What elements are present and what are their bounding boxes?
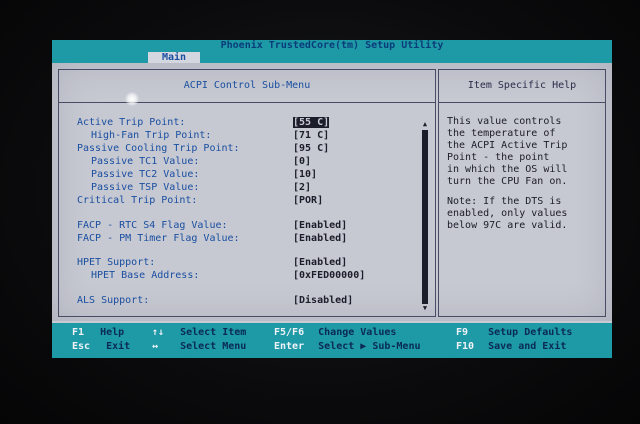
key-select-item: ↑↓ Select Item <box>152 327 246 339</box>
window-title: Phoenix TrustedCore(tm) Setup Utility <box>52 40 612 51</box>
setting-value[interactable]: [0xFED00000] <box>293 270 365 282</box>
key-label: F10 <box>456 341 475 352</box>
setting-hpet-support[interactable]: HPET Support: [Enabled] <box>77 257 417 269</box>
setting-high-fan-trip-point[interactable]: High-Fan Trip Point: [71 C] <box>77 130 417 142</box>
key-desc: Help <box>100 327 125 338</box>
setting-value[interactable]: [95 C] <box>293 143 329 155</box>
key-save-exit: F10 Save and Exit <box>456 341 566 353</box>
key-label: F9 <box>456 327 469 338</box>
key-change-values: F5/F6 Change Values <box>274 327 396 339</box>
scrollbar[interactable]: ▲ ▼ <box>421 120 429 316</box>
setting-value[interactable]: [POR] <box>293 195 323 207</box>
key-desc: Exit <box>106 341 131 352</box>
setting-label: Passive Cooling Trip Point: <box>77 143 240 154</box>
setting-critical-trip-point[interactable]: Critical Trip Point: [POR] <box>77 195 417 207</box>
key-setup-defaults: F9 Setup Defaults <box>456 327 572 339</box>
setting-label: ALS Support: <box>77 295 150 306</box>
setting-value[interactable]: [Disabled] <box>293 295 353 307</box>
key-desc: Select ▶ Sub-Menu <box>318 341 421 352</box>
help-note: Note: If the DTS is enabled, only values… <box>447 196 568 231</box>
setting-value[interactable]: [2] <box>293 182 311 194</box>
setting-label: HPET Support: <box>77 257 156 268</box>
setting-passive-tsp[interactable]: Passive TSP Value: [2] <box>77 182 417 194</box>
setting-label: High-Fan Trip Point: <box>91 130 212 141</box>
key-label: F5/F6 <box>274 327 305 338</box>
left-right-arrow-icon: ↔ <box>152 341 159 352</box>
help-description: This value controls the temperature of t… <box>447 116 568 187</box>
key-desc: Select Menu <box>180 341 247 352</box>
menu-bar: Main <box>52 51 612 63</box>
settings-panel: ACPI Control Sub-Menu Active Trip Point:… <box>58 69 436 317</box>
setting-value[interactable]: [Enabled] <box>293 257 347 269</box>
key-desc: Change Values <box>318 327 397 338</box>
help-panel-title: Item Specific Help <box>439 70 605 103</box>
setting-label: HPET Base Address: <box>91 270 200 281</box>
setting-passive-cooling-trip-point[interactable]: Passive Cooling Trip Point: [95 C] <box>77 143 417 155</box>
tab-main[interactable]: Main <box>148 52 201 63</box>
key-desc: Setup Defaults <box>488 327 573 338</box>
key-desc: Save and Exit <box>488 341 567 352</box>
setting-value[interactable]: [Enabled] <box>293 220 347 232</box>
key-label: Enter <box>274 341 305 352</box>
light-reflection <box>125 92 139 106</box>
setting-als-support[interactable]: ALS Support: [Disabled] <box>77 295 417 307</box>
key-exit: Esc Exit <box>72 341 130 353</box>
key-label: F1 <box>72 327 85 338</box>
key-label: Esc <box>72 341 91 352</box>
setting-label: Passive TC1 Value: <box>91 156 200 167</box>
bios-screen: Phoenix TrustedCore(tm) Setup Utility Ma… <box>52 40 612 358</box>
scrollbar-thumb[interactable] <box>422 130 428 304</box>
setting-label: Passive TC2 Value: <box>91 169 200 180</box>
setting-label: FACP - PM Timer Flag Value: <box>77 233 240 244</box>
setting-passive-tc2[interactable]: Passive TC2 Value: [10] <box>77 169 417 181</box>
setting-hpet-base-address[interactable]: HPET Base Address: [0xFED00000] <box>77 270 417 282</box>
help-panel: Item Specific Help This value controls t… <box>438 69 606 317</box>
key-help: F1 Help <box>72 327 124 339</box>
setting-value[interactable]: [0] <box>293 156 311 168</box>
setting-label: Critical Trip Point: <box>77 195 198 206</box>
scroll-up-icon[interactable]: ▲ <box>421 120 429 128</box>
key-desc: Select Item <box>180 327 247 338</box>
key-select-submenu: Enter Select ▶ Sub-Menu <box>274 341 421 353</box>
up-down-arrow-icon: ↑↓ <box>152 327 165 338</box>
key-legend: F1 Help ↑↓ Select Item F5/F6 Change Valu… <box>52 323 612 358</box>
key-select-menu: ↔ Select Menu <box>152 341 246 353</box>
setting-label: Passive TSP Value: <box>91 182 200 193</box>
setting-active-trip-point[interactable]: Active Trip Point: [55 C] <box>77 117 417 129</box>
setting-facp-rtc-s4[interactable]: FACP - RTC S4 Flag Value: [Enabled] <box>77 220 417 232</box>
setting-value[interactable]: [Enabled] <box>293 233 347 245</box>
setting-passive-tc1[interactable]: Passive TC1 Value: [0] <box>77 156 417 168</box>
scroll-down-icon[interactable]: ▼ <box>421 304 429 312</box>
setting-value[interactable]: [71 C] <box>293 130 329 142</box>
setting-label: Active Trip Point: <box>77 117 186 128</box>
setting-label: FACP - RTC S4 Flag Value: <box>77 220 228 231</box>
setting-value[interactable]: [55 C] <box>293 117 330 129</box>
setting-value[interactable]: [10] <box>293 169 317 181</box>
selected-value[interactable]: [55 C] <box>293 117 330 128</box>
panel-title: ACPI Control Sub-Menu <box>59 70 435 103</box>
setting-facp-pm-timer[interactable]: FACP - PM Timer Flag Value: [Enabled] <box>77 233 417 245</box>
